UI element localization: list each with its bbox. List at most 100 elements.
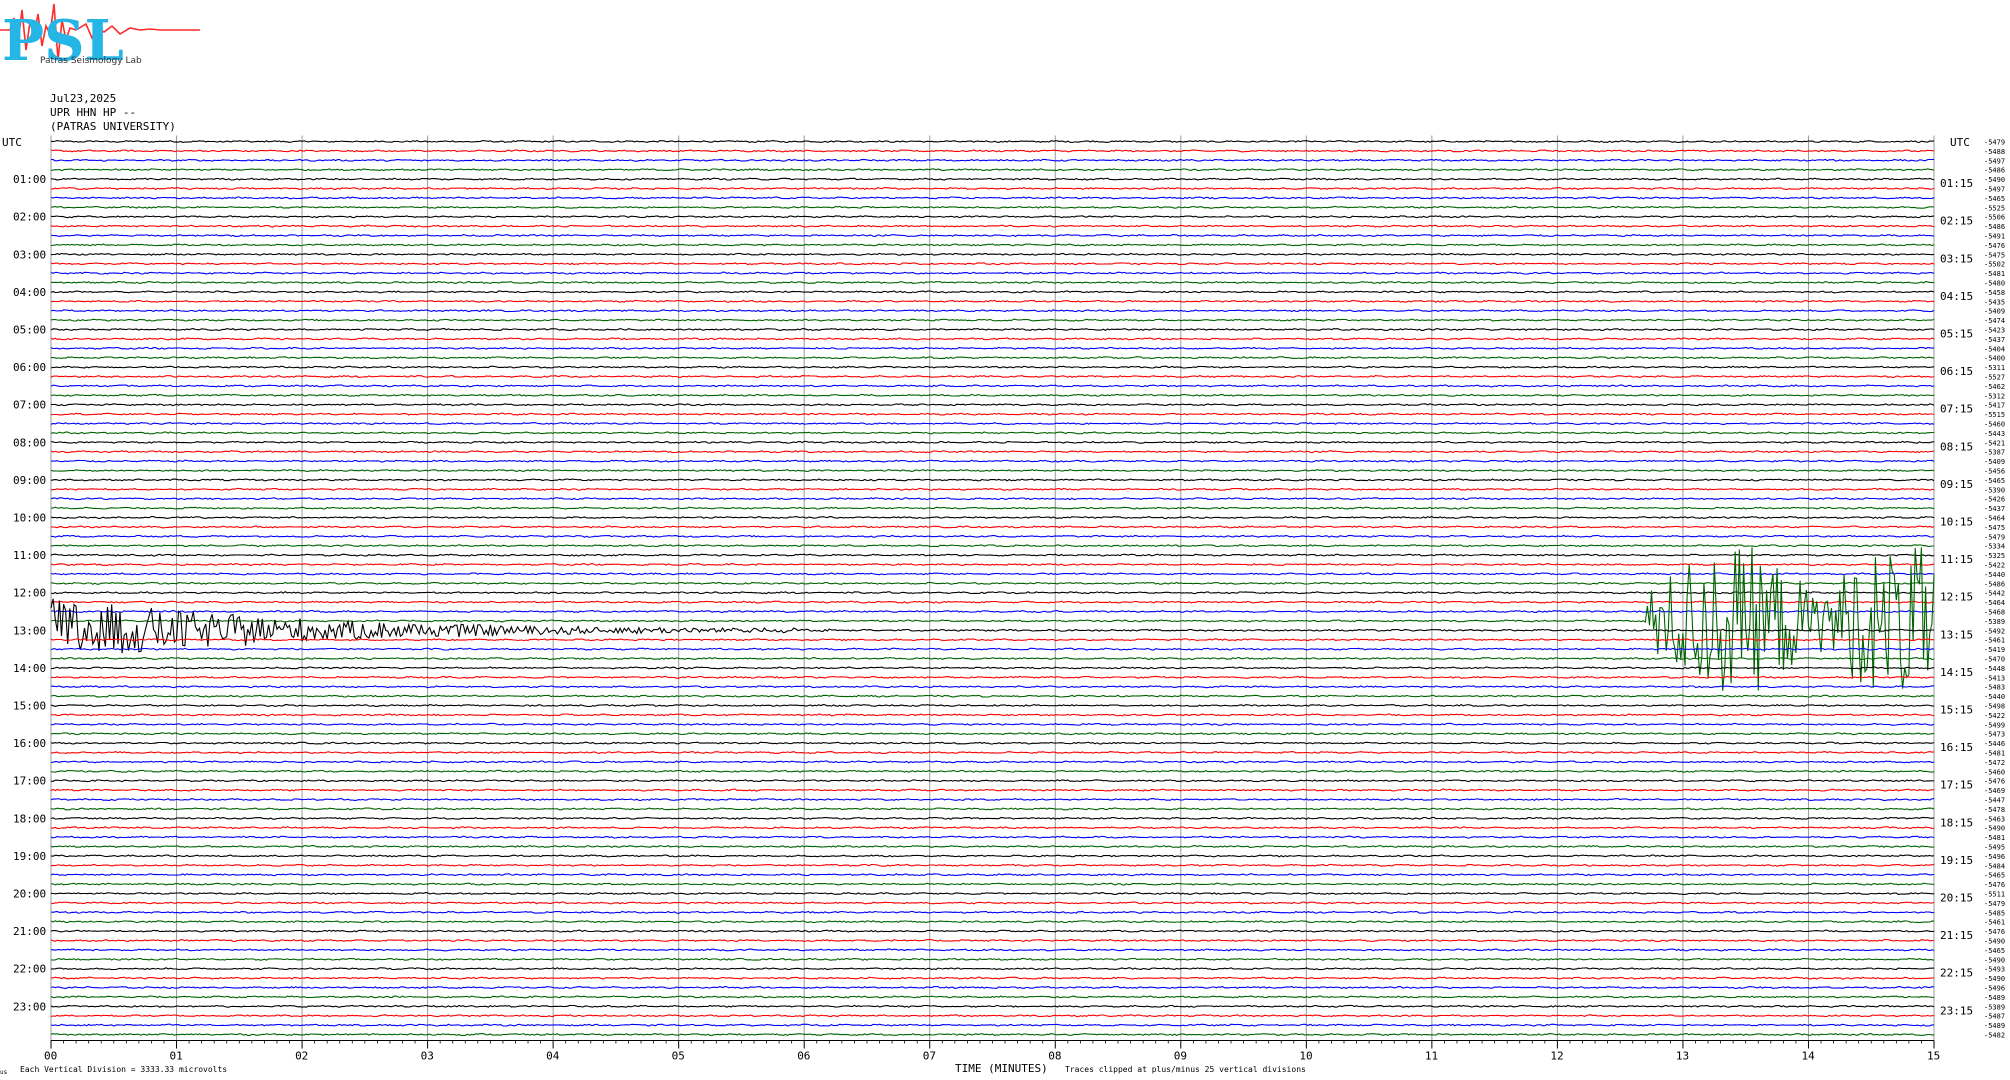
trace-offset-label: -5486	[1984, 223, 2005, 231]
trace-offset-label: -5476	[1984, 881, 2005, 889]
trace-offset-label: -5486	[1984, 580, 2005, 588]
x-tick-label-12: 12	[1550, 1050, 1563, 1063]
trace-offset-label: -5446	[1984, 740, 2005, 748]
trace-94	[50, 1023, 1934, 1027]
clip-note: Traces clipped at plus/minus 25 vertical…	[1065, 1065, 1306, 1074]
right-hour-label: 15:15	[1940, 704, 1973, 717]
trace-offset-label: -5476	[1984, 778, 2005, 786]
corner-mark: us	[0, 1069, 8, 1076]
trace-40	[50, 515, 1935, 520]
trace-offset-label: -5470	[1984, 656, 2005, 664]
trace-offset-label: -5476	[1984, 242, 2005, 250]
trace-80	[50, 891, 1935, 896]
trace-44	[50, 553, 1935, 557]
trace-62	[51, 722, 1935, 726]
left-hour-label: 08:00	[13, 436, 46, 449]
trace-offset-label: -5481	[1984, 270, 2005, 278]
trace-3	[50, 168, 1935, 172]
trace-offset-label: -5419	[1984, 646, 2005, 654]
trace-52	[50, 598, 1935, 654]
left-hour-label: 17:00	[13, 775, 46, 788]
trace-offset-label: -5486	[1984, 167, 2005, 175]
x-tick-label-05: 05	[672, 1050, 685, 1063]
trace-41	[50, 525, 1935, 529]
trace-offset-label: -5463	[1984, 815, 2005, 823]
trace-offset-label: -5465	[1984, 477, 2005, 485]
trace-offset-label: -5465	[1984, 195, 2005, 203]
trace-26	[50, 384, 1935, 388]
trace-offset-label: -5334	[1984, 543, 2005, 551]
left-hour-label: 04:00	[13, 286, 46, 299]
trace-66	[50, 760, 1935, 764]
trace-56	[50, 666, 1935, 670]
trace-offset-label: -5400	[1984, 355, 2005, 363]
trace-offset-label: -5472	[1984, 759, 2005, 767]
right-hour-labels: 01:15 02:15 03:15 04:15 05:15 06:15 07:15 08:15…	[1940, 177, 1973, 1017]
trace-6	[50, 196, 1935, 200]
x-tick-label-01: 01	[170, 1050, 183, 1063]
left-hour-label: 05:00	[13, 324, 46, 337]
trace-offset-label: -5498	[1984, 703, 2005, 711]
trace-25	[50, 374, 1935, 379]
trace-offset-label: -5484	[1984, 862, 2005, 870]
trace-83	[50, 920, 1934, 924]
trace-offset-label: -5515	[1984, 411, 2005, 419]
trace-63	[50, 732, 1935, 736]
trace-91	[50, 995, 1935, 999]
left-hour-label: 13:00	[13, 624, 46, 637]
trace-93	[50, 1014, 1934, 1018]
trace-offset-label: -5496	[1984, 853, 2005, 861]
trace-offset-label: -5490	[1984, 176, 2005, 184]
trace-38	[50, 497, 1935, 501]
trace-85	[50, 938, 1935, 942]
trace-82	[50, 910, 1935, 914]
trace-offset-label: -5458	[1984, 289, 2005, 297]
trace-14	[50, 271, 1935, 275]
right-hour-label: 05:15	[1940, 328, 1973, 341]
trace-offset-label: -5473	[1984, 731, 2005, 739]
trace-70	[50, 798, 1935, 802]
left-hour-label: 12:00	[13, 587, 46, 600]
trace-offset-label: -5409	[1984, 308, 2005, 316]
trace-88	[51, 967, 1935, 971]
trace-offset-label: -5476	[1984, 928, 2005, 936]
seismic-traces	[50, 140, 1935, 1037]
trace-39	[50, 506, 1934, 510]
trace-offset-labels: -5479-5488-5497-5486-5490-5497-5465-5525…	[1984, 139, 2005, 1040]
trace-offset-label: -5440	[1984, 571, 2005, 579]
x-tick-label-11: 11	[1425, 1050, 1438, 1063]
trace-offset-label: -5460	[1984, 768, 2005, 776]
right-hour-label: 13:15	[1940, 628, 1973, 641]
right-hour-label: 08:15	[1940, 440, 1973, 453]
trace-offset-label: -5475	[1984, 524, 2005, 532]
trace-64	[50, 741, 1935, 745]
trace-19	[50, 318, 1935, 322]
trace-68	[50, 779, 1934, 783]
left-utc-label: UTC	[2, 136, 22, 149]
trace-2	[50, 158, 1935, 162]
trace-offset-label: -5490	[1984, 975, 2005, 983]
trace-95	[50, 1032, 1934, 1037]
x-tick-label-15: 15	[1927, 1050, 1940, 1063]
trace-offset-label: -5492	[1984, 627, 2005, 635]
trace-offset-label: -5475	[1984, 251, 2005, 259]
trace-37	[50, 487, 1935, 491]
left-hour-labels: 01:00 02:00 03:00 04:00 05:00 06:00 07:00 08:00…	[13, 173, 46, 1013]
trace-offset-label: -5478	[1984, 806, 2005, 814]
trace-90	[50, 985, 1935, 990]
trace-47	[50, 581, 1935, 585]
trace-15	[50, 280, 1935, 285]
trace-offset-label: -5421	[1984, 439, 2005, 447]
right-hour-label: 02:15	[1940, 215, 1973, 228]
trace-offset-label: -5496	[1984, 985, 2005, 993]
trace-offset-label: -5465	[1984, 947, 2005, 955]
trace-offset-label: -5483	[1984, 684, 2005, 692]
trace-offset-label: -5465	[1984, 872, 2005, 880]
trace-offset-label: -5417	[1984, 402, 2005, 410]
trace-offset-label: -5312	[1984, 392, 2005, 400]
left-hour-label: 10:00	[13, 512, 46, 525]
trace-74	[50, 835, 1935, 839]
trace-offset-label: -5490	[1984, 825, 2005, 833]
trace-offset-label: -5506	[1984, 214, 2005, 222]
trace-54	[50, 647, 1935, 651]
